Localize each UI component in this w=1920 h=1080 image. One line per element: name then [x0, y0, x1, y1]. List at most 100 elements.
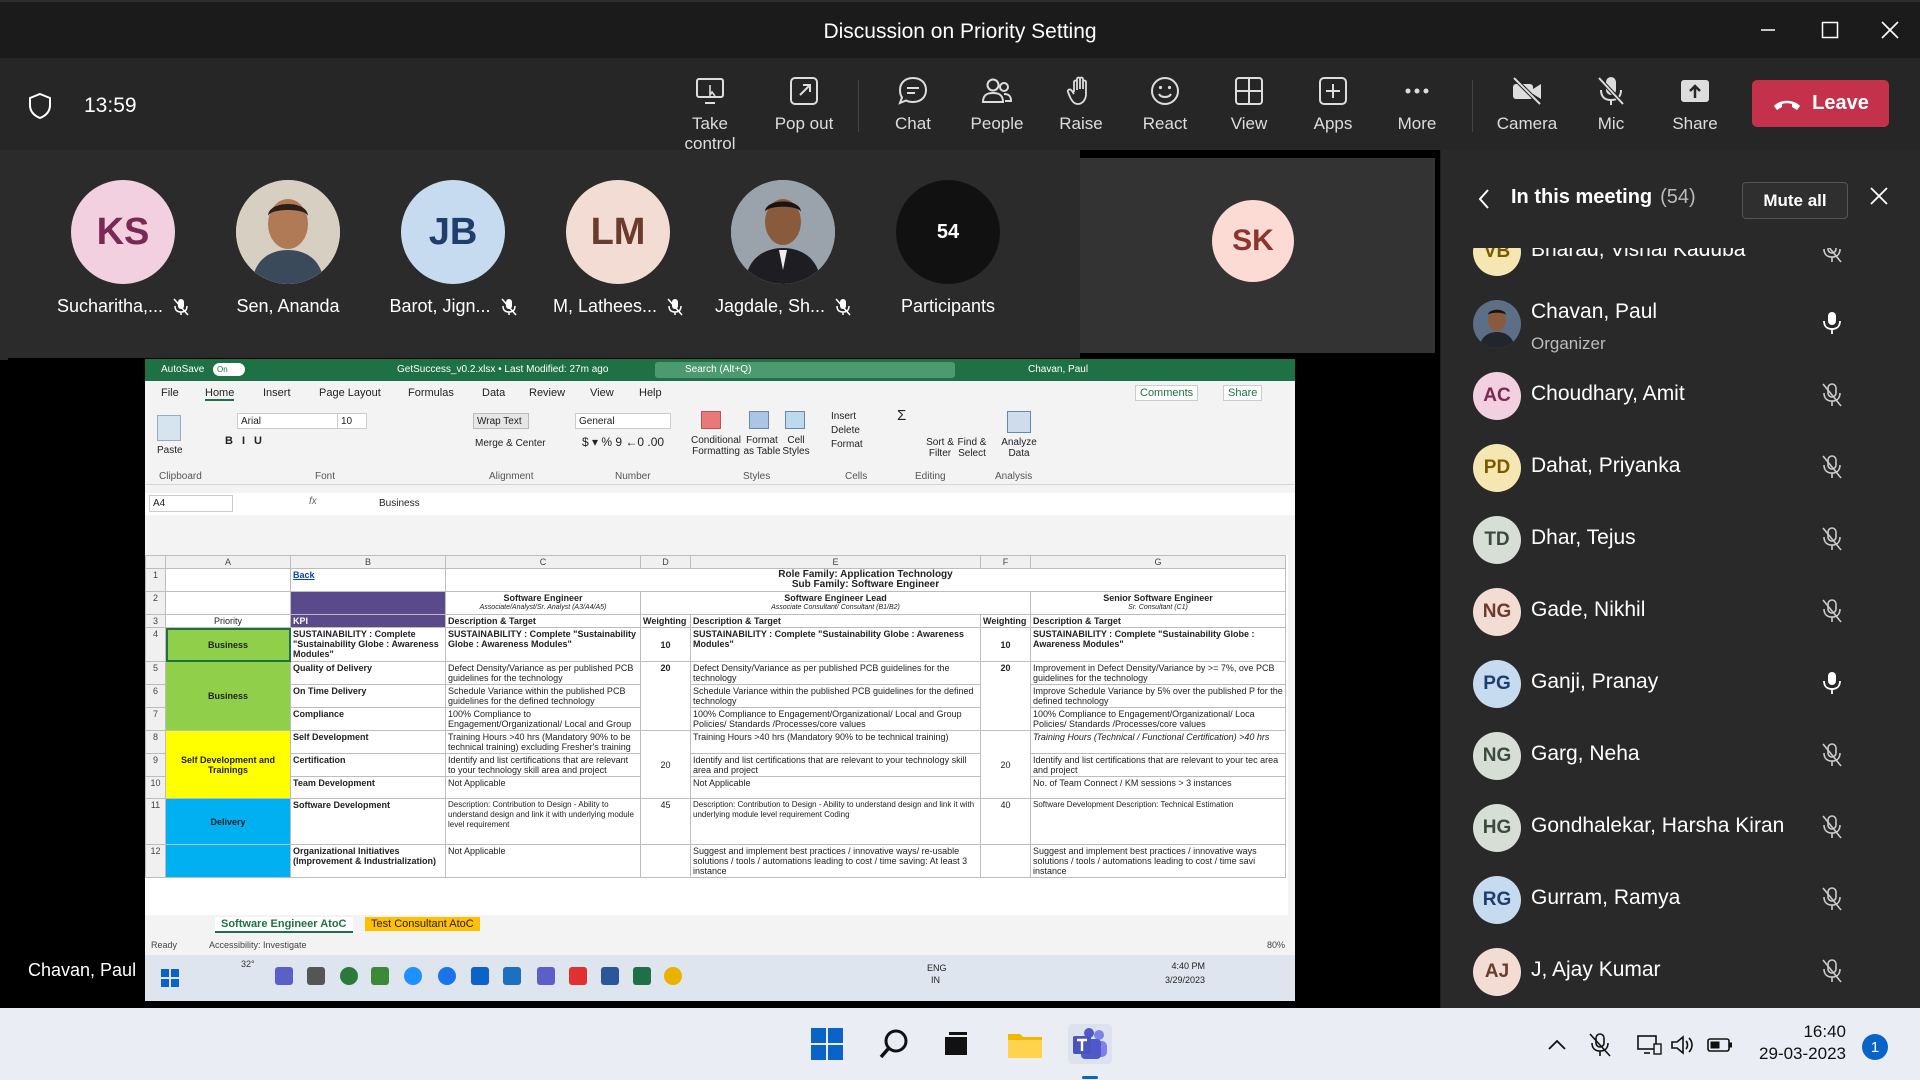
- start-button[interactable]: [805, 1024, 849, 1064]
- view-button[interactable]: View: [1204, 74, 1294, 144]
- cell-styles-label: Cell Styles: [782, 435, 810, 457]
- mic-off-icon[interactable]: [1821, 814, 1843, 845]
- weight-cell: 20: [980, 661, 1031, 731]
- avatar: AJ: [1473, 948, 1521, 996]
- mic-off-icon[interactable]: [1821, 886, 1843, 917]
- maximize-button[interactable]: [1800, 12, 1860, 48]
- desc-cell: Defect Density/Variance as per published…: [445, 661, 641, 685]
- mic-off-icon[interactable]: [1821, 454, 1843, 485]
- participant-row[interactable]: NG Garg, Neha: [1441, 720, 1920, 792]
- number-format-select: General: [575, 413, 671, 429]
- spotlight-tile[interactable]: SK: [1080, 158, 1435, 353]
- mic-off-icon[interactable]: [1821, 248, 1843, 269]
- people-panel: In this meeting (54) Mute all VB Bharad, V…: [1441, 150, 1920, 1008]
- react-label: React: [1142, 114, 1188, 133]
- people-button[interactable]: People: [952, 74, 1042, 144]
- notification-badge[interactable]: 1: [1862, 1034, 1888, 1060]
- tab-insert: Insert: [263, 387, 291, 399]
- search-button[interactable]: [872, 1024, 916, 1064]
- avatar-photo: [1473, 300, 1521, 348]
- avatar: PD: [1473, 444, 1521, 492]
- mic-off-icon[interactable]: [1821, 958, 1843, 989]
- font-size-select: 10: [337, 413, 367, 429]
- mic-on-icon[interactable]: [1821, 310, 1843, 341]
- col-header: A: [165, 555, 291, 569]
- chat-button[interactable]: Chat: [868, 74, 958, 144]
- participant-row[interactable]: RG Gurram, Ramya: [1441, 864, 1920, 936]
- system-clock[interactable]: 16:40 29-03-2023: [1740, 1021, 1846, 1065]
- participant-tile[interactable]: LM M, Lathees...: [543, 180, 693, 317]
- leave-button[interactable]: Leave: [1752, 80, 1889, 127]
- row-number: 11: [145, 798, 166, 845]
- priority-cell: [165, 844, 291, 878]
- participant-row[interactable]: AC Choudhary, Amit: [1441, 360, 1920, 432]
- row-number: 10: [145, 776, 166, 799]
- autosum-icon: Σ: [897, 407, 907, 424]
- participant-row[interactable]: PD Dahat, Priyanka: [1441, 432, 1920, 504]
- participant-row[interactable]: Chavan, Paul Organizer: [1441, 288, 1920, 360]
- more-button[interactable]: More: [1372, 74, 1462, 144]
- file-explorer-button[interactable]: [1003, 1024, 1047, 1064]
- teams-icon: [1073, 1028, 1107, 1059]
- desc-cell: Not Applicable: [445, 776, 641, 799]
- mic-off-icon[interactable]: [1588, 1032, 1612, 1058]
- mic-button[interactable]: Mic: [1566, 74, 1656, 144]
- mute-all-button[interactable]: Mute all: [1742, 182, 1848, 219]
- mic-on-icon[interactable]: [1821, 670, 1843, 701]
- battery-icon[interactable]: [1706, 1035, 1734, 1055]
- minimize-button[interactable]: [1738, 12, 1798, 48]
- participant-tile[interactable]: JB Barot, Jign...: [378, 180, 528, 317]
- avatar: AC: [1473, 372, 1521, 420]
- network-icon[interactable]: [1636, 1034, 1662, 1056]
- pop-out-button[interactable]: Pop out: [759, 74, 849, 144]
- desc-cell: Not Applicable: [445, 844, 641, 878]
- mic-off-icon[interactable]: [1821, 742, 1843, 773]
- participant-row[interactable]: VB Bharad, Vishal Kaduba: [1441, 248, 1920, 288]
- participant-tile[interactable]: KS Sucharitha,...: [48, 180, 198, 317]
- participant-tile[interactable]: Sen, Ananda: [213, 180, 363, 317]
- mic-off-icon[interactable]: [1821, 598, 1843, 629]
- participants-overflow-tile[interactable]: 54 Participants: [873, 180, 1023, 317]
- excel-status-bar: Ready Accessibility: Investigate 80%: [145, 937, 1295, 953]
- react-button[interactable]: React: [1120, 74, 1210, 144]
- task-view-button[interactable]: [934, 1024, 978, 1064]
- table-row: 11 Delivery Software Development Descrip…: [145, 798, 1286, 845]
- close-window-button[interactable]: [1860, 12, 1920, 48]
- table-row: 12 Organizational Initiatives (Improveme…: [145, 844, 1286, 878]
- participant-row[interactable]: PG Ganji, Pranay: [1441, 648, 1920, 720]
- participant-row[interactable]: AJ J, Ajay Kumar: [1441, 936, 1920, 1008]
- participant-name: Sen, Ananda: [236, 296, 340, 316]
- desc-cell: Training Hours (Technical / Functional C…: [1030, 730, 1286, 754]
- take-control-button[interactable]: Take control: [665, 74, 755, 153]
- raise-hand-button[interactable]: Raise: [1036, 74, 1126, 144]
- inner-region: IN: [931, 975, 940, 985]
- avatar: PG: [1473, 660, 1521, 708]
- excel-title-bar: AutoSave On GetSuccess_v0.2.xlsx • Last …: [145, 359, 1295, 381]
- participant-row[interactable]: NG Gade, Nikhil: [1441, 576, 1920, 648]
- kpi-cell: Certification: [290, 753, 446, 777]
- participant-name: Gurram, Ramya: [1531, 886, 1681, 909]
- camera-button[interactable]: Camera: [1482, 74, 1572, 144]
- close-panel-icon[interactable]: [1869, 186, 1889, 206]
- apps-button[interactable]: Apps: [1288, 74, 1378, 144]
- teams-button[interactable]: [1068, 1024, 1112, 1064]
- volume-icon[interactable]: [1670, 1034, 1696, 1056]
- participant-tile[interactable]: Jagdale, Sh...: [708, 180, 858, 317]
- excel-search-box: Search (Alt+Q): [655, 362, 955, 378]
- share-button[interactable]: Share: [1650, 74, 1740, 144]
- kpi-cell: Software Development: [290, 798, 446, 845]
- chevron-up-icon[interactable]: [1547, 1039, 1567, 1051]
- participant-row[interactable]: HG Gondhalekar, Harsha Kiran: [1441, 792, 1920, 864]
- task-view-icon: [945, 1032, 967, 1055]
- desc-cell: Training Hours >40 hrs (Mandatory 90% to…: [445, 730, 641, 754]
- priority-cell: Delivery: [165, 798, 291, 845]
- mic-off-icon[interactable]: [1821, 382, 1843, 413]
- desc-cell: Schedule Variance within the published P…: [690, 684, 981, 708]
- back-chevron-icon[interactable]: [1477, 188, 1491, 210]
- analyze-data-label: Analyze Data: [1001, 437, 1037, 459]
- mic-off-icon[interactable]: [1821, 526, 1843, 557]
- weight-cell: [640, 844, 691, 878]
- table-row: 6 On Time Delivery Schedule Variance wit…: [145, 684, 1286, 708]
- participant-row[interactable]: TD Dhar, Tejus: [1441, 504, 1920, 576]
- desc-cell: 100% Compliance to Engagement/Organizati…: [445, 707, 641, 731]
